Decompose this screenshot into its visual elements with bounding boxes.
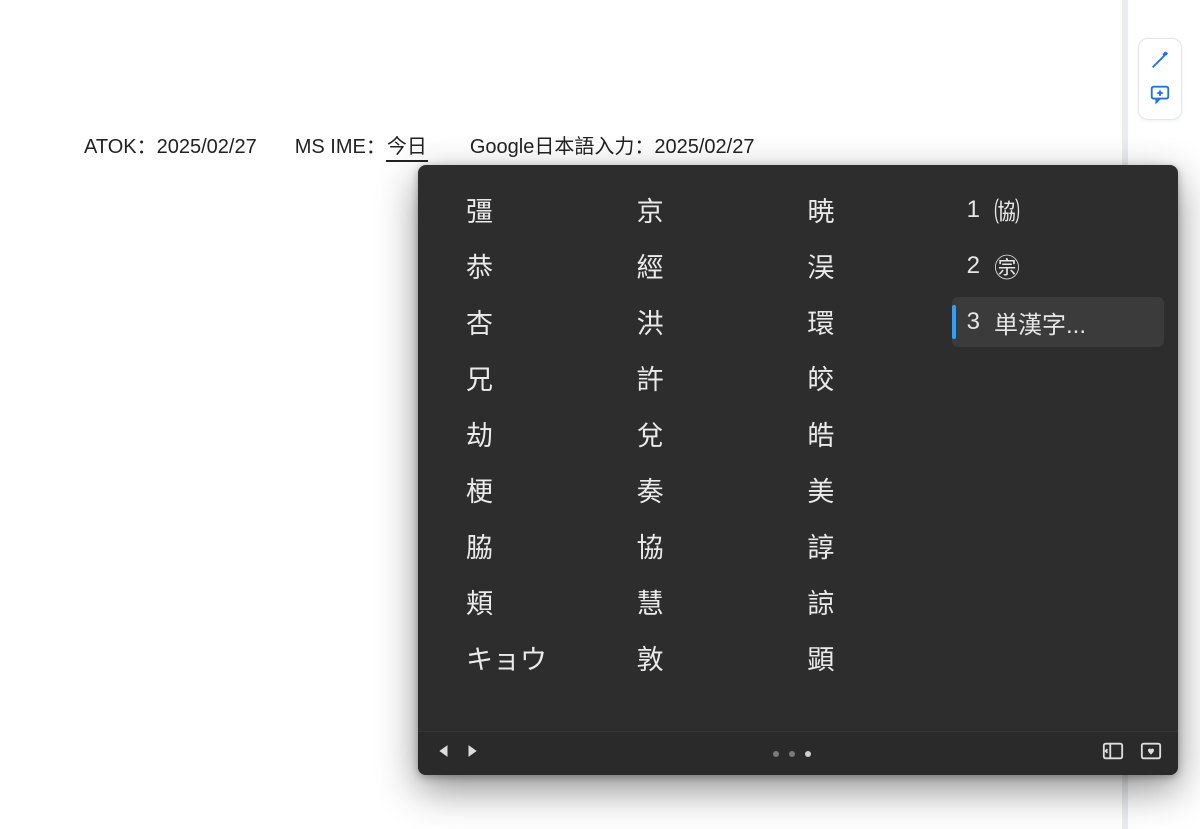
kanji-candidate[interactable]: 皎 [781,349,952,405]
triangle-right-icon [466,744,478,763]
add-comment-button[interactable] [1143,79,1177,113]
side-item-number: 2 [962,252,980,280]
page-dot[interactable] [773,751,779,757]
next-page-button[interactable] [458,740,486,768]
kanji-candidate[interactable]: 美 [781,461,952,517]
ime-side-item[interactable]: 3 単漢字... [952,297,1164,347]
kanji-candidate[interactable]: 京 [611,181,782,237]
ime-side-item[interactable]: 2㊪ [952,241,1164,291]
page-indicator [486,751,1098,757]
ime-footer [418,731,1178,775]
kanji-candidate[interactable]: 洪 [611,293,782,349]
msime-label: MS IME： [295,130,386,159]
kanji-candidate[interactable]: 諒 [781,573,952,629]
side-item-number: 3 [962,308,980,336]
ime-side-item[interactable]: 1㈿ [952,185,1164,235]
kanji-candidate[interactable]: 洖 [781,237,952,293]
kanji-candidate[interactable]: 敦 [611,629,782,685]
atok-label: ATOK： [84,130,157,159]
side-item-label: ㊪ [994,248,1020,285]
kanji-candidate-grid: 彊恭杏兄劫梗脇頬キョウ京經洪許兌奏協慧敦暁洖環皎皓美諄諒顕 [440,181,952,725]
magic-wand-button[interactable] [1143,45,1177,79]
kanji-candidate[interactable]: 諄 [781,517,952,573]
document-text-line: ATOK： 2025/02/27 MS IME： 今日 Google日本語入力：… [84,130,754,162]
panel-layout-icon [1102,741,1124,766]
side-toolbar [1138,38,1182,120]
kanji-column: 彊恭杏兄劫梗脇頬キョウ [440,181,611,725]
kanji-candidate[interactable]: 杏 [440,293,611,349]
kanji-column: 暁洖環皎皓美諄諒顕 [781,181,952,725]
kanji-candidate[interactable]: 環 [781,293,952,349]
kanji-candidate[interactable]: 慧 [611,573,782,629]
side-item-number: 1 [962,196,980,224]
favorite-button[interactable] [1136,741,1166,767]
heart-panel-icon [1140,741,1162,766]
page-dot[interactable] [789,751,795,757]
side-item-label: 単漢字... [994,305,1086,340]
magic-wand-icon [1149,49,1171,76]
kanji-candidate[interactable]: 兄 [440,349,611,405]
kanji-candidate[interactable]: 脇 [440,517,611,573]
toggle-layout-button[interactable] [1098,741,1128,767]
kanji-candidate[interactable]: 暁 [781,181,952,237]
kanji-candidate[interactable]: 經 [611,237,782,293]
kanji-candidate[interactable]: 恭 [440,237,611,293]
kanji-candidate[interactable]: 奏 [611,461,782,517]
kanji-candidate[interactable]: 彊 [440,181,611,237]
kanji-candidate[interactable]: 兌 [611,405,782,461]
prev-page-button[interactable] [430,740,458,768]
kanji-candidate[interactable]: 劫 [440,405,611,461]
ime-side-list: 1㈿2㊪3単漢字... [952,181,1164,725]
msime-conversion-target[interactable]: 今日 [386,130,428,162]
google-ime-label: Google日本語入力： [470,130,655,159]
comment-plus-icon [1149,83,1171,110]
kanji-candidate[interactable]: 顕 [781,629,952,685]
kanji-candidate[interactable]: 皓 [781,405,952,461]
page-dot[interactable] [805,751,811,757]
kanji-candidate[interactable]: 許 [611,349,782,405]
side-item-label: ㈿ [994,192,1020,229]
ime-body: 彊恭杏兄劫梗脇頬キョウ京經洪許兌奏協慧敦暁洖環皎皓美諄諒顕 1㈿2㊪3単漢字..… [418,165,1178,731]
triangle-left-icon [438,744,450,763]
kanji-column: 京經洪許兌奏協慧敦 [611,181,782,725]
kanji-candidate[interactable]: キョウ [440,629,611,685]
kanji-candidate[interactable]: 協 [611,517,782,573]
atok-value: 2025/02/27 [157,136,257,159]
kanji-candidate[interactable]: 頬 [440,573,611,629]
google-ime-value: 2025/02/27 [654,136,754,159]
kanji-candidate[interactable]: 梗 [440,461,611,517]
ime-candidate-popup: 彊恭杏兄劫梗脇頬キョウ京經洪許兌奏協慧敦暁洖環皎皓美諄諒顕 1㈿2㊪3単漢字..… [418,165,1178,775]
